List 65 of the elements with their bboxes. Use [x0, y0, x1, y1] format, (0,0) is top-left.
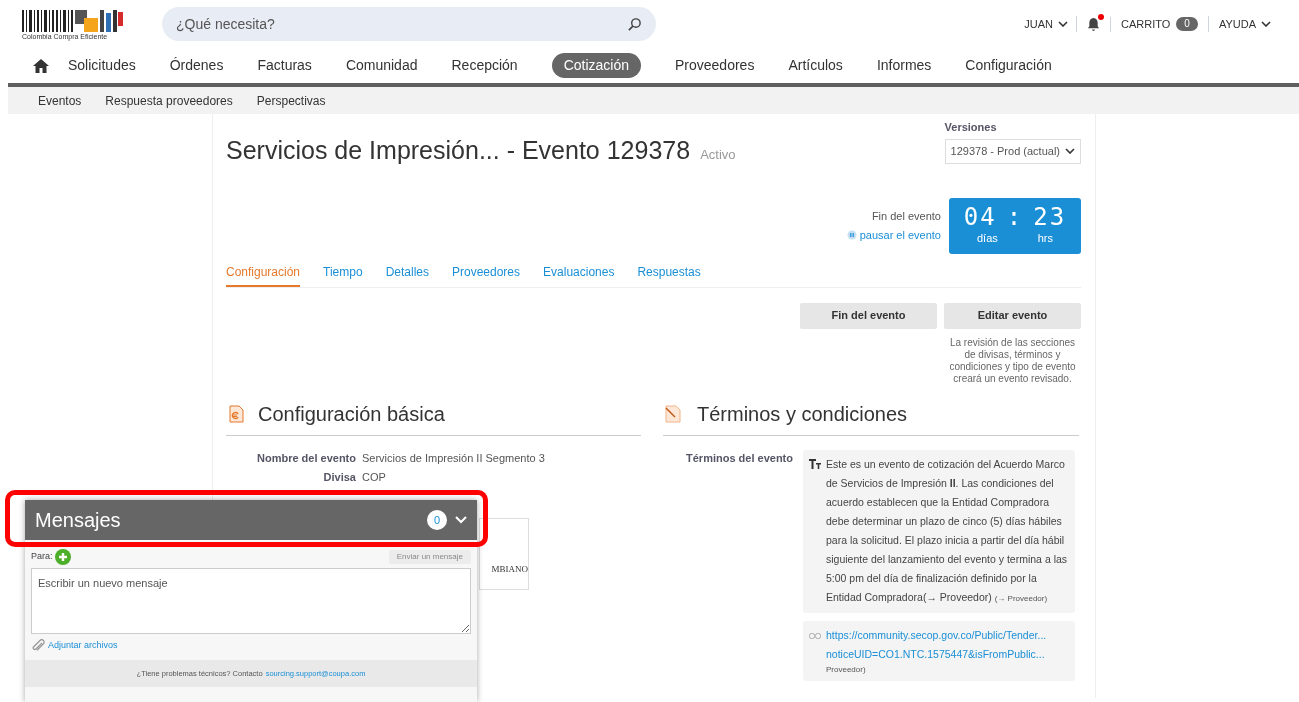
plus-icon: [57, 552, 68, 562]
nav-tab[interactable]: Solicitudes: [68, 55, 136, 76]
text-format-icon: [809, 458, 821, 469]
action-button[interactable]: Editar evento: [944, 302, 1081, 329]
event-tab[interactable]: Respuestas: [637, 262, 701, 287]
help-menu[interactable]: AYUDA: [1208, 15, 1271, 33]
terms-text: Este es un evento de cotización del Acuerdo Marco de Servicios de Impresión II. Las condiciones del acuerdo establecen que la Entidad Compradora debe determinar un plazo de cinco (5) días hábiles para la solicitud. El plazo inicia a partir del día hábil siguiente del lanzamiento del evento y termina a las 5:00 pm del día de finalización definido por la Entidad Compradora(→ Proveedor) (→ Proveedor): [826, 456, 1069, 605]
chevron-down-icon: [455, 516, 467, 524]
nav-tab[interactable]: Cotización: [551, 53, 641, 78]
subnav-link[interactable]: Perspectivas: [256, 91, 326, 110]
nav-tab[interactable]: Órdenes: [169, 55, 224, 76]
bell-icon: [1087, 16, 1101, 32]
paperclip-icon: [31, 639, 45, 653]
recipient-note: Proveedor): [826, 663, 867, 676]
field-label: Términos del evento: [685, 450, 793, 466]
section-heading: Configuración básica: [258, 401, 445, 427]
chevron-down-icon: [1058, 21, 1069, 27]
nav-tab[interactable]: Recepción: [451, 55, 518, 76]
field-label: Nombre del evento: [255, 450, 356, 466]
user-menu[interactable]: JUAN: [1016, 15, 1078, 33]
nav-tab[interactable]: Comunidad: [345, 55, 418, 76]
document-icon: [226, 403, 246, 424]
status-label: Activo: [700, 146, 736, 164]
revision-note: La revisión de las secciones de divisas, términos y condiciones y tipo de evento creará un evento revisado.: [948, 336, 1077, 385]
recipient-note: (→ Proveedor): [994, 593, 1048, 603]
logo-preview-text: MBIANO: [491, 563, 528, 576]
document-icon: [663, 403, 683, 424]
search-icon: [627, 17, 642, 32]
end-label: Fin del evento: [871, 209, 941, 224]
chevron-down-icon: [1065, 148, 1075, 154]
field-label: Divisa: [322, 470, 356, 485]
field-value: COP: [362, 470, 386, 485]
field-value: Servicios de Impresión II Segmento 3: [362, 450, 545, 466]
nav-tab[interactable]: Facturas: [257, 55, 312, 76]
messages-title: Mensajes: [35, 508, 122, 533]
event-tab[interactable]: Detalles: [385, 262, 429, 287]
to-label: Para:: [31, 550, 53, 564]
link-icon: [809, 631, 821, 640]
event-tab[interactable]: Proveedores: [452, 262, 521, 287]
event-tab[interactable]: Tiempo: [323, 262, 363, 287]
cart-count: 0: [1176, 17, 1198, 31]
pause-icon: [846, 229, 857, 240]
add-recipient-button[interactable]: [54, 549, 71, 565]
search-field[interactable]: ¿Qué necesita?: [162, 7, 656, 41]
action-button[interactable]: Fin del evento: [800, 302, 937, 329]
message-count: 0: [427, 510, 447, 530]
event-tab[interactable]: Evaluaciones: [543, 262, 615, 287]
section-heading: Términos y condiciones: [697, 401, 908, 427]
versions-label: Versiones: [944, 120, 998, 135]
cart-link[interactable]: CARRITO 0: [1111, 15, 1209, 33]
time-separator: :: [1006, 204, 1024, 231]
message-field[interactable]: Escribir un nuevo mensaje: [31, 568, 471, 634]
event-title: Servicios de Impresión... - Evento 129378: [226, 135, 691, 166]
nav-tab[interactable]: Artículos: [788, 55, 843, 76]
subnav-link[interactable]: Respuesta proveedores: [105, 91, 233, 110]
nav-tab[interactable]: Proveedores: [675, 55, 755, 76]
subnav-link[interactable]: Eventos: [38, 91, 82, 110]
nav-tab[interactable]: Informes: [876, 55, 932, 76]
version-select[interactable]: 129378 - Prod (actual): [944, 138, 1081, 164]
pause-link[interactable]: pausar el evento: [846, 226, 941, 243]
logo-icon: [22, 9, 126, 32]
countdown-timer: 04 : 23 días hrs: [949, 197, 1081, 254]
home-icon: [32, 57, 50, 74]
chevron-down-icon: [1261, 21, 1271, 27]
nav-tab[interactable]: Configuración: [965, 55, 1052, 76]
